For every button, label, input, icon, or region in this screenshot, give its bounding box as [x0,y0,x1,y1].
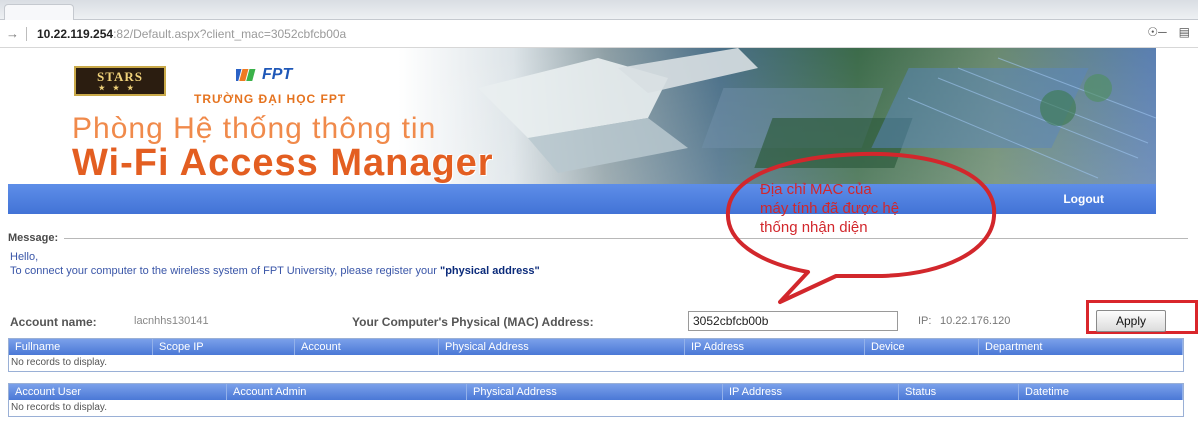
column-header[interactable]: Physical Address [439,339,685,355]
app-title: Wi-Fi Access Manager [72,142,494,184]
empty-row: No records to display. [9,355,1183,371]
column-header[interactable]: Account [295,339,439,355]
column-header[interactable]: Status [899,384,1019,400]
address-separator [26,26,27,41]
logout-link[interactable]: Logout [1063,192,1104,206]
column-header[interactable]: Fullname [9,339,153,355]
message-fieldset: Message: Hello, To connect your computer… [8,232,1188,290]
url-path: :82/Default.aspx?client_mac=3052cbfcb00a [113,26,347,41]
account-row: Account name: lacnhhs130141 Your Compute… [8,300,1198,334]
history-grid-header: Account User Account Admin Physical Addr… [9,384,1183,400]
column-header[interactable]: IP Address [685,339,865,355]
column-header[interactable]: Department [979,339,1183,355]
column-header[interactable]: Datetime [1019,384,1183,400]
fpt-label: FPT [262,66,293,83]
apply-button[interactable]: Apply [1096,310,1166,332]
annotation-line: thống nhận diện [760,219,868,236]
stars-logo: STARS ★★★ [74,66,166,96]
key-icon[interactable]: ☉─ [1147,25,1166,39]
message-text: To connect your computer to the wireless… [10,265,440,277]
address-bar[interactable]: → 10.22.119.254 :82/Default.aspx?client_… [0,20,1198,48]
annotation-text: Địa chỉ MAC của máy tính đã được hệ thốn… [760,180,980,237]
department-title: Phòng Hệ thống thông tin [72,112,437,145]
account-name-label: Account name: [10,315,97,329]
ip-value: 10.22.176.120 [940,315,1011,327]
devices-grid-header: Fullname Scope IP Account Physical Addre… [9,339,1183,355]
fpt-mark-icon [236,69,256,81]
history-grid: Account User Account Admin Physical Addr… [8,383,1184,417]
devices-grid: Fullname Scope IP Account Physical Addre… [8,338,1184,372]
column-header[interactable]: Account Admin [227,384,467,400]
column-header[interactable]: IP Address [723,384,899,400]
column-header[interactable]: Device [865,339,979,355]
message-border [8,238,1188,239]
page-icon[interactable]: ▤ [1179,25,1190,39]
message-hello: Hello, [10,251,39,263]
mac-address-label: Your Computer's Physical (MAC) Address: [352,315,594,329]
fpt-logo: FPT [236,66,292,84]
url-host: 10.22.119.254 [37,26,114,41]
message-body: To connect your computer to the wireless… [10,265,540,277]
browser-tab-strip [0,0,1198,20]
ip-label: IP: [918,315,932,327]
arrow-icon: → [6,26,19,41]
column-header[interactable]: Scope IP [153,339,295,355]
annotation-line: Địa chỉ MAC của [760,181,872,198]
column-header[interactable]: Physical Address [467,384,723,400]
browser-tab[interactable] [4,4,74,20]
column-header[interactable]: Account User [9,384,227,400]
annotation-line: máy tính đã được hệ [760,200,900,217]
empty-row: No records to display. [9,400,1183,416]
school-name: TRƯỜNG ĐẠI HỌC FPT [194,92,347,106]
account-name-value: lacnhhs130141 [134,315,209,327]
message-legend: Message: [8,232,65,244]
mac-address-input[interactable] [688,311,898,331]
message-emphasis: "physical address" [439,265,540,277]
